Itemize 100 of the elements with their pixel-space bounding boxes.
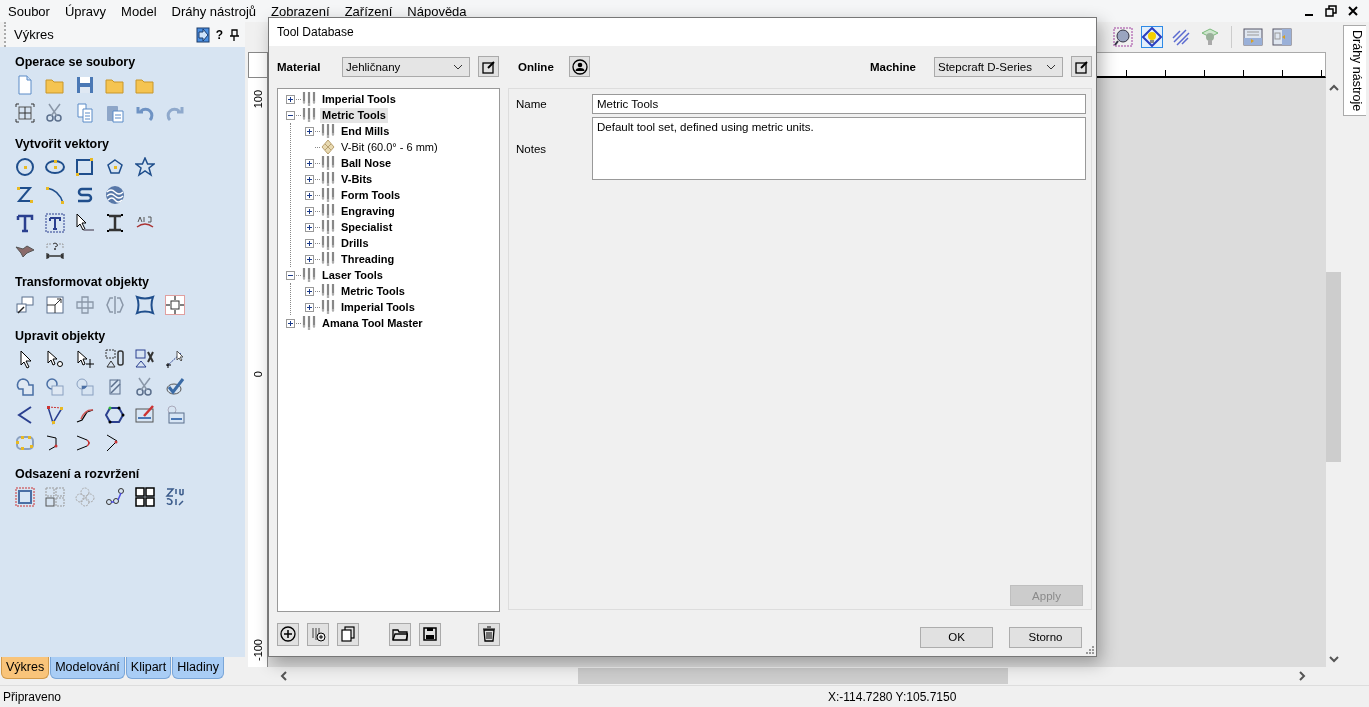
scissors-icon[interactable] bbox=[45, 103, 65, 123]
union-icon[interactable] bbox=[15, 377, 35, 397]
clipboard-icon[interactable] bbox=[105, 103, 125, 123]
scroll-thumb[interactable] bbox=[578, 668, 1008, 684]
move-pointer-icon[interactable] bbox=[75, 349, 95, 369]
menu-item[interactable]: Zobrazení bbox=[271, 2, 330, 20]
expand-icon[interactable] bbox=[305, 302, 314, 312]
collapse-icon[interactable] bbox=[286, 270, 295, 280]
zigzag-icon[interactable] bbox=[15, 185, 35, 205]
floppy-disk-button[interactable] bbox=[419, 622, 441, 646]
menu-item[interactable]: Úpravy bbox=[64, 2, 107, 20]
panel-tab[interactable]: Modelování bbox=[50, 657, 125, 679]
menu-item[interactable]: Soubor bbox=[8, 2, 50, 20]
dropdown[interactable]: Stepcraft D-Series bbox=[934, 56, 1063, 77]
text-icon[interactable] bbox=[15, 213, 35, 233]
text-cursor-icon[interactable] bbox=[105, 213, 125, 233]
notes-field[interactable]: Default tool set, defined using metric units. bbox=[592, 117, 1086, 180]
tree-item[interactable]: Engraving bbox=[339, 203, 397, 219]
expand-icon[interactable] bbox=[286, 94, 295, 104]
tree-item[interactable]: Metric Tools bbox=[339, 283, 407, 299]
measure-icon[interactable] bbox=[165, 349, 185, 369]
menu-item[interactable]: Dráhy nástrojů bbox=[171, 2, 257, 20]
check-icon[interactable] bbox=[165, 377, 185, 397]
scissors-icon[interactable] bbox=[135, 377, 155, 397]
s-curve-icon[interactable] bbox=[75, 185, 95, 205]
toolbar-button[interactable] bbox=[1141, 26, 1163, 48]
tree-item[interactable]: Form Tools bbox=[339, 187, 403, 203]
expand-icon[interactable] bbox=[305, 286, 314, 296]
toolbar-button[interactable] bbox=[1112, 26, 1134, 48]
folder-button[interactable] bbox=[389, 622, 411, 646]
arc-icon[interactable] bbox=[45, 185, 65, 205]
trash-button[interactable] bbox=[478, 622, 500, 646]
frame-icon[interactable] bbox=[15, 103, 35, 123]
ungroup-icon[interactable] bbox=[135, 349, 155, 369]
scroll-up-icon[interactable] bbox=[1328, 84, 1339, 92]
expand-icon[interactable] bbox=[305, 238, 314, 248]
expand-icon[interactable] bbox=[305, 126, 314, 136]
image-icon[interactable] bbox=[165, 405, 185, 425]
panel-tab[interactable]: Klipart bbox=[125, 657, 172, 679]
node-icon[interactable] bbox=[45, 405, 65, 425]
grid-icon[interactable] bbox=[135, 487, 155, 507]
tree-item[interactable]: Imperial Tools bbox=[320, 91, 398, 107]
offset-icon[interactable] bbox=[15, 487, 35, 507]
scroll-right-icon[interactable] bbox=[1298, 671, 1306, 681]
wave-icon[interactable] bbox=[105, 185, 125, 205]
edit-button[interactable] bbox=[1071, 56, 1092, 77]
nesting-icon[interactable] bbox=[165, 487, 185, 507]
restore-icon[interactable] bbox=[1325, 5, 1337, 17]
expand-icon[interactable] bbox=[305, 206, 314, 216]
subtract-icon[interactable] bbox=[45, 377, 65, 397]
expand-icon[interactable] bbox=[286, 318, 295, 328]
dialog-button[interactable]: OK bbox=[920, 626, 993, 648]
node-pointer-icon[interactable] bbox=[45, 349, 65, 369]
close-vector-icon[interactable] bbox=[105, 405, 125, 425]
resize-grip-icon[interactable] bbox=[1086, 646, 1094, 654]
tree-item[interactable]: V-Bits bbox=[339, 171, 375, 187]
group-icon[interactable] bbox=[105, 349, 125, 369]
tree-item[interactable]: Imperial Tools bbox=[339, 299, 417, 315]
tree-item[interactable]: Metric Tools bbox=[320, 107, 388, 123]
tree-item[interactable]: Drills bbox=[339, 235, 371, 251]
dialog-button[interactable]: Storno bbox=[1009, 626, 1082, 648]
edit-button[interactable] bbox=[478, 56, 499, 77]
tree-item[interactable]: V-Bit (60.0° - 6 mm) bbox=[339, 139, 440, 155]
rectangle-icon[interactable] bbox=[75, 157, 95, 177]
menu-item[interactable]: Nápověda bbox=[407, 2, 467, 20]
collapse-icon[interactable] bbox=[286, 110, 295, 120]
panel-tab[interactable]: Výkres bbox=[1, 657, 50, 679]
tree-item[interactable]: Ball Nose bbox=[339, 155, 394, 171]
move-icon[interactable] bbox=[15, 295, 35, 315]
dock-arrow-icon[interactable] bbox=[195, 26, 210, 43]
center-icon[interactable] bbox=[165, 295, 185, 315]
ellipse-icon[interactable] bbox=[45, 157, 65, 177]
close-icon[interactable] bbox=[1347, 5, 1359, 17]
tree-item[interactable]: Threading bbox=[339, 251, 397, 267]
scroll-thumb[interactable] bbox=[1326, 272, 1341, 462]
dropdown[interactable]: Jehličnany bbox=[342, 56, 470, 77]
pentagon-icon[interactable] bbox=[105, 157, 125, 177]
expand-icon[interactable] bbox=[305, 158, 314, 168]
tree-item[interactable]: Amana Tool Master bbox=[320, 315, 425, 331]
circle-icon[interactable] bbox=[15, 157, 35, 177]
tree-item[interactable]: End Mills bbox=[339, 123, 392, 139]
help-button[interactable]: ? bbox=[215, 27, 223, 42]
expand-icon[interactable] bbox=[305, 254, 314, 264]
nodes-icon[interactable] bbox=[15, 433, 35, 453]
side-tab[interactable]: Dráhy nástroje bbox=[1343, 25, 1366, 117]
expand-icon[interactable] bbox=[305, 222, 314, 232]
scale-icon[interactable] bbox=[45, 295, 65, 315]
toolbar-button[interactable] bbox=[1170, 26, 1192, 48]
distort-icon[interactable] bbox=[135, 295, 155, 315]
edit-vector-icon[interactable] bbox=[135, 405, 155, 425]
star-icon[interactable] bbox=[135, 157, 155, 177]
copy-button[interactable] bbox=[337, 622, 359, 646]
scroll-left-icon[interactable] bbox=[280, 671, 288, 681]
name-field[interactable]: Metric Tools bbox=[592, 94, 1086, 114]
tree-item[interactable]: Specialist bbox=[339, 219, 395, 235]
path-icon[interactable] bbox=[105, 487, 125, 507]
panel-tab[interactable]: Hladiny bbox=[172, 657, 224, 679]
dimension-icon[interactable] bbox=[45, 241, 65, 261]
text-box-icon[interactable] bbox=[45, 213, 65, 233]
online-button[interactable] bbox=[569, 56, 590, 77]
